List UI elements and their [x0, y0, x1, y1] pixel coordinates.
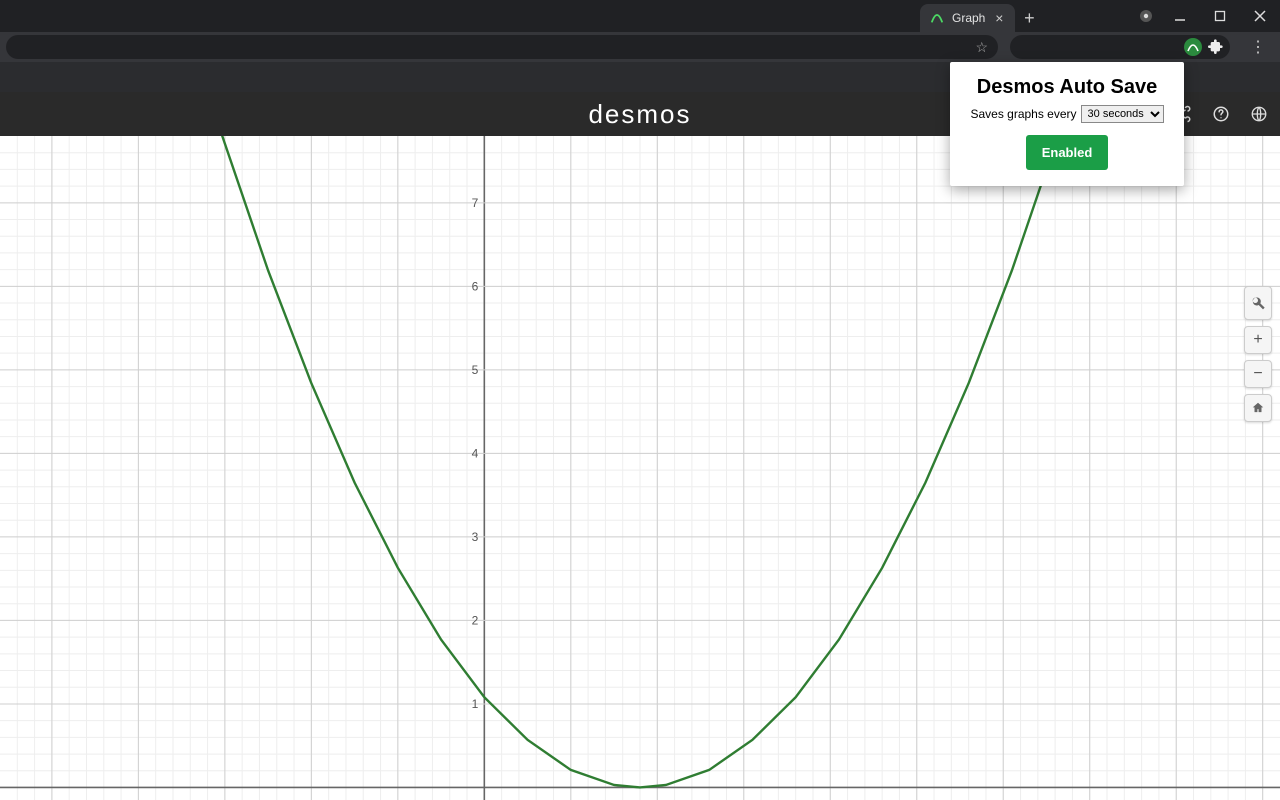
home-button[interactable] — [1244, 394, 1272, 422]
window-minimize-button[interactable] — [1160, 0, 1200, 32]
graph-canvas[interactable]: 1 2 3 4 5 6 7 + − — [0, 136, 1280, 800]
bookmark-star-icon[interactable]: ☆ — [975, 39, 988, 56]
browser-titlebar: Graph × + — [0, 0, 1280, 32]
window-close-button[interactable] — [1240, 0, 1280, 32]
svg-text:7: 7 — [472, 196, 479, 210]
wrench-settings-button[interactable] — [1244, 286, 1272, 320]
window-maximize-button[interactable] — [1200, 0, 1240, 32]
desmos-favicon-icon — [930, 11, 944, 25]
browser-addressbar: ☆ ⋮ — [0, 32, 1280, 62]
desmos-logo: desmos — [588, 99, 691, 130]
svg-text:2: 2 — [472, 613, 479, 627]
extension-pill[interactable] — [1010, 35, 1230, 59]
popup-caption: Saves graphs every — [970, 107, 1076, 121]
help-icon[interactable] — [1210, 103, 1232, 125]
new-tab-button[interactable]: + — [1015, 4, 1043, 32]
svg-text:3: 3 — [472, 530, 479, 544]
autosave-popup: Desmos Auto Save Saves graphs every 30 s… — [950, 62, 1184, 186]
enabled-toggle-button[interactable]: Enabled — [1026, 135, 1109, 170]
url-field[interactable]: ☆ — [6, 35, 998, 59]
extensions-puzzle-icon[interactable] — [1208, 38, 1224, 57]
svg-text:6: 6 — [472, 279, 479, 293]
svg-text:4: 4 — [472, 446, 479, 460]
tab-title: Graph — [952, 11, 985, 25]
svg-text:5: 5 — [472, 363, 479, 377]
interval-select[interactable]: 30 seconds — [1081, 105, 1164, 123]
language-globe-icon[interactable] — [1248, 103, 1270, 125]
profile-button[interactable] — [1132, 0, 1160, 32]
graph-svg: 1 2 3 4 5 6 7 — [0, 136, 1280, 800]
autosave-extension-icon[interactable] — [1184, 38, 1202, 56]
browser-tab-active[interactable]: Graph × — [920, 4, 1015, 32]
browser-menu-button[interactable]: ⋮ — [1242, 37, 1274, 57]
zoom-in-button[interactable]: + — [1244, 326, 1272, 354]
svg-text:1: 1 — [472, 697, 479, 711]
close-tab-icon[interactable]: × — [993, 12, 1005, 24]
zoom-out-button[interactable]: − — [1244, 360, 1272, 388]
popup-title: Desmos Auto Save — [962, 76, 1172, 99]
